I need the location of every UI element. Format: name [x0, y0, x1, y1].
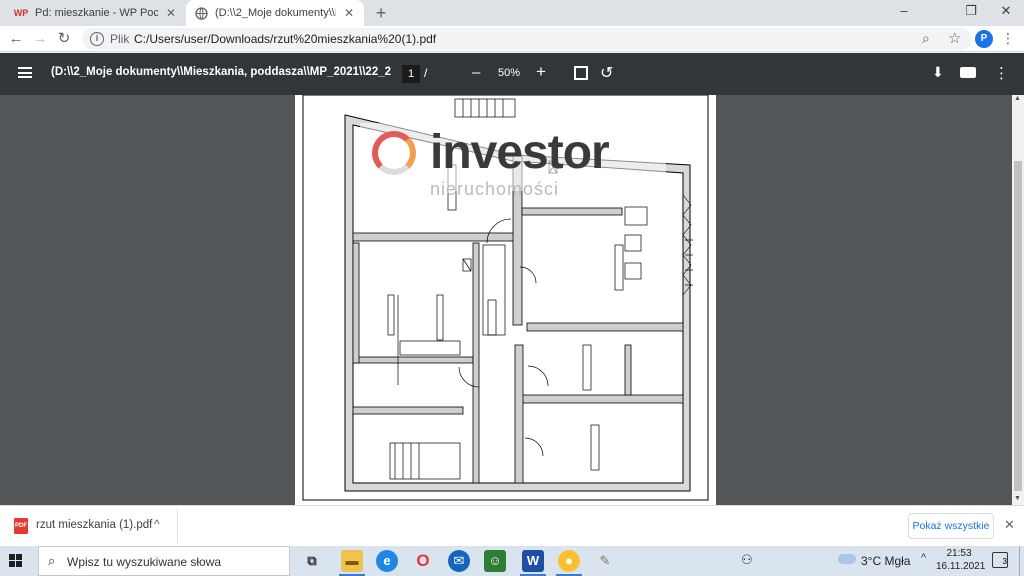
opera-icon[interactable]: O [412, 550, 434, 572]
zoom-out-button[interactable]: – [472, 64, 480, 81]
close-tab-icon[interactable]: ✕ [342, 6, 356, 20]
new-tab-button[interactable]: + [371, 3, 391, 24]
close-tab-icon[interactable]: ✕ [164, 6, 178, 20]
download-shelf: PDF rzut mieszkania (1).pdf ^ Pokaż wszy… [0, 505, 1024, 546]
tab-strip: WP Pd: mieszkanie - WP Poczta ✕ (D:\\2_M… [0, 0, 1024, 26]
windows-start-icon[interactable] [9, 554, 23, 568]
tab-title: Pd: mieszkanie - WP Poczta [35, 7, 158, 19]
menu-icon[interactable] [18, 67, 32, 78]
word-icon[interactable]: W [522, 550, 544, 572]
zoom-in-button[interactable]: + [536, 62, 546, 82]
clock-date[interactable]: 16.11.2021 [936, 561, 985, 572]
watermark-brand: investor [430, 126, 610, 179]
scroll-thumb[interactable] [1014, 161, 1022, 491]
scheme-label: Plik [110, 32, 130, 46]
investor-logo-icon [372, 131, 416, 175]
url-text[interactable]: C:/Users/user/Downloads/rzut%20mieszkani… [134, 32, 436, 46]
shelf-divider [177, 509, 178, 543]
file-explorer-icon[interactable]: ▬ [341, 550, 363, 572]
close-shelf-icon[interactable]: ✕ [1004, 517, 1015, 533]
scroll-down-icon[interactable]: ▼ [1014, 495, 1021, 502]
tab-pdf-document[interactable]: (D:\\2_Moje dokumenty\\Mieszk ✕ [186, 0, 364, 26]
back-button[interactable]: ← [6, 29, 26, 49]
weather-cloud-icon[interactable] [838, 554, 856, 564]
tab-title: (D:\\2_Moje dokumenty\\Mieszk [215, 7, 336, 19]
rotate-icon[interactable]: ↺ [600, 63, 613, 83]
profile-avatar[interactable]: P [975, 30, 993, 48]
chrome-menu-icon[interactable]: ⋮ [1001, 30, 1015, 47]
paint-icon[interactable]: ✎ [594, 550, 616, 572]
chrome-icon[interactable]: ● [558, 550, 580, 572]
taskbar-search-input[interactable]: ⌕ Wpisz tu wyszukiwane słowa [38, 546, 290, 576]
show-all-button[interactable]: Pokaż wszystkie [908, 513, 994, 539]
page-separator: / [424, 66, 428, 80]
chevron-up-icon[interactable]: ^ [154, 517, 160, 531]
task-view-icon[interactable]: ⧉ [301, 550, 323, 572]
minimize-button[interactable]: – [889, 3, 919, 18]
pdf-toolbar: (D:\\2_Moje dokumenty\\Mieszkania, podda… [0, 53, 1024, 95]
close-window-button[interactable]: ✕ [991, 3, 1021, 19]
viewer-scrollbar[interactable]: ▲ ▼ [1012, 95, 1024, 505]
wp-favicon-icon: WP [13, 8, 29, 18]
edge-icon[interactable]: e [376, 550, 398, 572]
globe-icon [194, 6, 208, 20]
investor-watermark: investor nieruchomości [360, 123, 666, 199]
info-icon[interactable]: i [90, 32, 104, 46]
browser-toolbar: ← → ↻ i Plik C:/Users/user/Downloads/rzu… [0, 26, 1024, 52]
print-icon[interactable] [960, 67, 976, 78]
download-file-name[interactable]: rzut mieszkania (1).pdf [36, 519, 152, 531]
thunderbird-icon[interactable]: ✉ [448, 550, 470, 572]
pdf-title: (D:\\2_Moje dokumenty\\Mieszkania, podda… [51, 66, 391, 78]
search-icon: ⌕ [48, 553, 56, 568]
notifications-icon[interactable]: 3 [992, 552, 1008, 568]
windows-taskbar: ⌕ Wpisz tu wyszukiwane słowa ⧉ ▬ e O ✉ ☺… [0, 546, 1024, 576]
address-bar[interactable]: i Plik C:/Users/user/Downloads/rzut%20mi… [82, 28, 972, 50]
page-number-input[interactable]: 1 [402, 65, 420, 83]
pdf-viewer[interactable]: investor nieruchomości [0, 95, 1012, 505]
watermark-subtitle: nieruchomości [430, 179, 560, 199]
more-options-icon[interactable]: ⋮ [994, 64, 1009, 82]
app-icon[interactable]: ☺ [484, 550, 506, 572]
search-icon[interactable]: ⌕ [922, 30, 930, 47]
scroll-up-icon[interactable]: ▲ [1014, 95, 1021, 102]
maximize-button[interactable]: ❐ [956, 3, 986, 19]
pdf-file-icon: PDF [14, 518, 28, 534]
weather-text[interactable]: 3°C Mgła [861, 554, 910, 568]
show-desktop-button[interactable] [1019, 546, 1024, 576]
tray-chevron-up-icon[interactable]: ^ [921, 552, 926, 564]
search-placeholder: Wpisz tu wyszukiwane słowa [67, 555, 222, 569]
forward-button[interactable]: → [30, 29, 50, 49]
bookmark-star-icon[interactable]: ☆ [948, 29, 961, 47]
tab-wp-poczta[interactable]: WP Pd: mieszkanie - WP Poczta ✕ [6, 0, 186, 26]
people-icon[interactable]: ⚇ [741, 552, 753, 568]
download-icon[interactable]: ⬇ [932, 64, 944, 81]
fit-page-icon[interactable] [574, 66, 588, 80]
zoom-level[interactable]: 50% [498, 67, 520, 79]
clock-time[interactable]: 21:53 [936, 548, 982, 559]
reload-button[interactable]: ↻ [54, 29, 74, 49]
